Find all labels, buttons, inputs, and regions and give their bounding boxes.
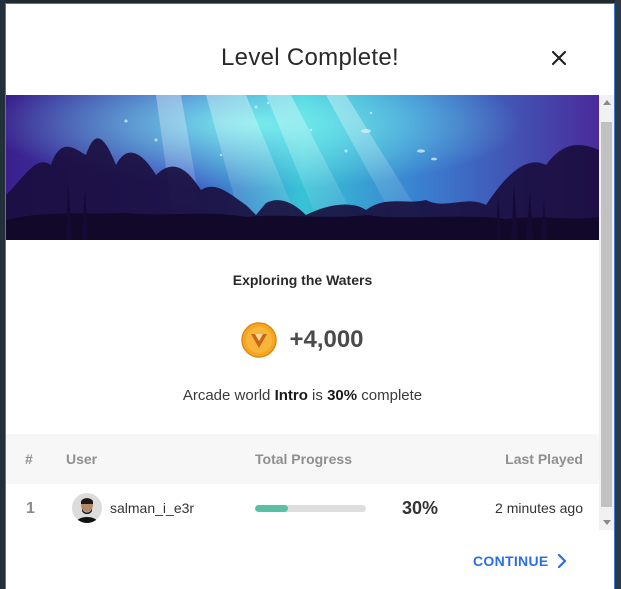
scroll-down-arrow-icon — [602, 520, 611, 525]
chevron-right-icon — [557, 554, 566, 568]
progress-prefix: Arcade world — [182, 387, 275, 404]
scroll-up-arrow-icon — [602, 100, 611, 105]
level-name: Exploring the Waters — [232, 272, 373, 288]
progress-bar-fill — [255, 505, 289, 512]
header-last-played: Last Played — [505, 451, 583, 467]
progress-middle: is — [307, 387, 328, 404]
row-last-played: 2 minutes ago — [495, 500, 583, 516]
close-icon — [551, 50, 567, 66]
level-complete-modal: Level Complete! Exploring the Waters +4,… — [5, 3, 615, 589]
background-right-edge — [615, 0, 621, 589]
scroll-down-button[interactable] — [599, 515, 614, 530]
table-row: 1 salman_i_e3r 30% 2 minutes ago — [6, 484, 599, 530]
world-name: Intro — [274, 387, 308, 404]
modal-body[interactable]: Exploring the Waters +4,000 Arcade world… — [6, 95, 614, 530]
progress-bar — [255, 505, 366, 512]
header-user: User — [66, 451, 98, 467]
scroll-up-button[interactable] — [599, 95, 614, 110]
avatar — [72, 493, 102, 523]
world-progress-text: Arcade world Intro is 30% complete — [6, 387, 599, 404]
row-rank: 1 — [26, 500, 35, 517]
world-percent: 30% — [327, 387, 358, 404]
row-username: salman_i_e3r — [110, 500, 195, 516]
row-percent: 30% — [402, 498, 439, 518]
modal-footer: CONTINUE — [6, 530, 614, 589]
vertical-scrollbar[interactable] — [599, 95, 614, 530]
continue-label: CONTINUE — [473, 553, 549, 569]
reward-row: +4,000 — [6, 320, 599, 360]
close-button[interactable] — [549, 48, 569, 68]
modal-header: Level Complete! — [6, 4, 614, 95]
user-avatar-icon — [72, 493, 102, 523]
continue-button[interactable]: CONTINUE — [473, 551, 567, 571]
header-rank: # — [25, 451, 33, 467]
underwater-banner-image — [6, 95, 599, 240]
leaderboard-header: # User Total Progress Last Played — [6, 434, 599, 484]
header-total-progress: Total Progress — [255, 451, 352, 467]
reward-amount: +4,000 — [289, 326, 364, 353]
scrollbar-thumb[interactable] — [601, 122, 612, 507]
modal-title: Level Complete! — [221, 44, 399, 71]
progress-suffix: complete — [357, 387, 423, 404]
gem-coin-icon — [241, 322, 278, 358]
